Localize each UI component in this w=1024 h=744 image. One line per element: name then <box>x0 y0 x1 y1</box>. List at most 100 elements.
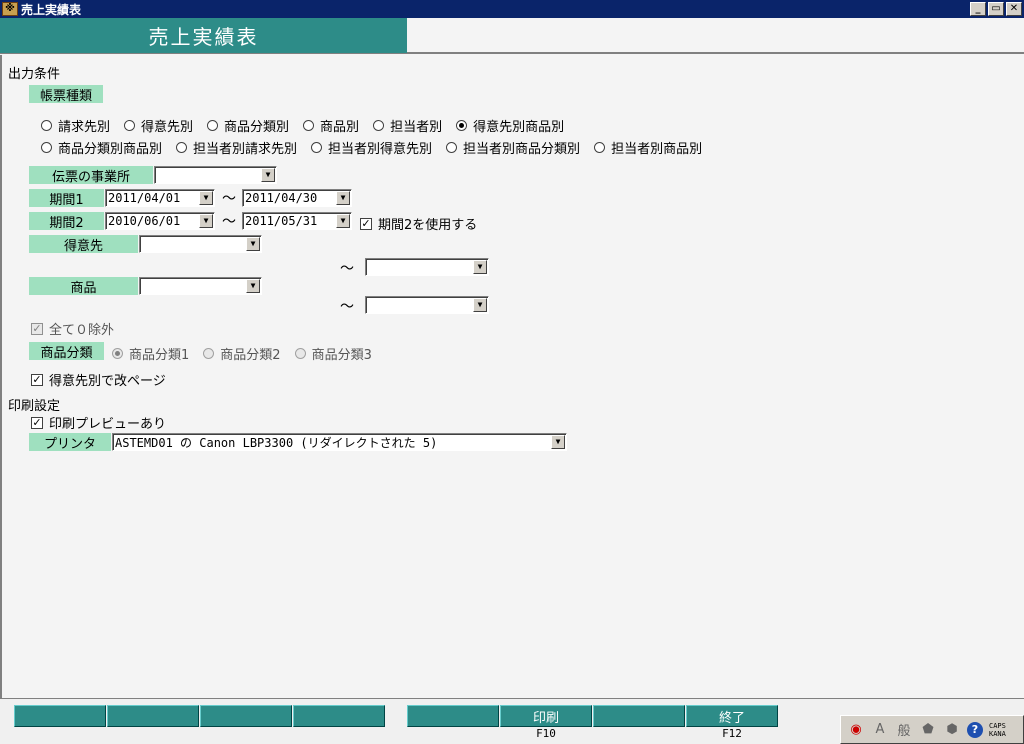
fkey-f1-button[interactable] <box>14 705 106 727</box>
page-title: 売上実績表 <box>0 18 407 53</box>
chevron-down-icon[interactable]: ▼ <box>199 191 213 205</box>
exclude-zero-checkbox-row[interactable]: ✓ 全て０除外 <box>31 319 114 338</box>
category-radio[interactable]: 商品分類2 <box>203 344 281 363</box>
radio-icon[interactable] <box>124 120 136 131</box>
window-title: 売上実績表 <box>21 2 82 17</box>
printer-label: プリンタ <box>29 433 111 452</box>
chevron-down-icon[interactable]: ▼ <box>336 191 350 205</box>
radio-icon[interactable] <box>303 120 315 131</box>
window-titlebar: ※ 売上実績表 _ ▭ ✕ <box>0 0 1024 18</box>
fkey-f11-button[interactable] <box>593 705 685 727</box>
input-mode-icon[interactable]: A <box>871 721 889 739</box>
ime-logo-icon[interactable]: ◉ <box>847 721 865 739</box>
printer-select[interactable]: ASTEMD01 の Canon LBP3300 (リダイレクトされた 5) ▼ <box>112 433 567 451</box>
report-type-radio[interactable]: 担当者別請求先別 <box>176 138 297 157</box>
page-break-checkbox-row[interactable]: ✓ 得意先別で改ページ <box>31 370 166 389</box>
chevron-down-icon[interactable]: ▼ <box>246 237 260 251</box>
radio-icon[interactable] <box>176 142 188 153</box>
window-controls: _ ▭ ✕ <box>970 2 1022 16</box>
product-from-select[interactable]: ▼ <box>139 277 262 295</box>
report-type-radio[interactable]: 担当者別得意先別 <box>311 138 432 157</box>
category-radio[interactable]: 商品分類3 <box>294 344 372 363</box>
report-type-radio[interactable]: 請求先別 <box>41 116 110 135</box>
checkbox-checked-icon[interactable]: ✓ <box>360 217 372 230</box>
print-preview-checkbox-row[interactable]: ✓ 印刷プレビューあり <box>31 413 166 432</box>
caps-kana-indicator: CAPS KANA <box>989 721 1006 738</box>
exit-key-hint: F12 <box>722 727 742 740</box>
use-period2-checkbox-row[interactable]: ✓ 期間2を使用する <box>360 214 477 233</box>
minimize-icon[interactable]: _ <box>970 2 986 16</box>
report-type-radio-selected[interactable]: 得意先別商品別 <box>456 116 564 135</box>
radio-icon[interactable] <box>294 348 306 359</box>
conversion-mode-icon[interactable]: 般 <box>895 721 913 739</box>
exit-button[interactable]: 終了 <box>686 705 778 727</box>
fkey-f3-button[interactable] <box>200 705 292 727</box>
period2-label: 期間2 <box>29 212 104 231</box>
customer-from-select[interactable]: ▼ <box>139 235 262 253</box>
product-label: 商品 <box>29 277 138 296</box>
period2-from-select[interactable]: 2010/06/01 ▼ <box>105 212 215 230</box>
checkbox-checked-icon[interactable]: ✓ <box>31 322 43 335</box>
category-radio-group: 商品分類1 商品分類2 商品分類3 <box>112 344 386 363</box>
range-tilde: ～ <box>340 299 354 315</box>
office-select[interactable]: ▼ <box>154 166 277 184</box>
fkey-f2-button[interactable] <box>107 705 199 727</box>
report-type-radio[interactable]: 担当者別商品別 <box>594 138 702 157</box>
chevron-down-icon[interactable]: ▼ <box>246 279 260 293</box>
report-type-radio[interactable]: 商品別 <box>303 116 359 135</box>
range-tilde: ～ <box>222 191 236 207</box>
customer-label: 得意先 <box>29 235 138 254</box>
shield-icon[interactable]: ⬟ <box>919 721 937 739</box>
report-type-radio[interactable]: 担当者別商品分類別 <box>446 138 580 157</box>
output-conditions-heading: 出力条件 <box>8 67 61 82</box>
report-type-row1: 請求先別 得意先別 商品分類別 商品別 担当者別 得意先別商品別 <box>41 116 578 135</box>
header: 売上実績表 <box>0 18 1024 54</box>
range-tilde: ～ <box>222 214 236 230</box>
print-key-hint: F10 <box>536 727 556 740</box>
help-icon[interactable]: ? <box>967 721 983 738</box>
report-type-radio[interactable]: 得意先別 <box>124 116 193 135</box>
report-type-label: 帳票種類 <box>29 85 103 104</box>
radio-icon[interactable] <box>207 120 219 131</box>
checkbox-checked-icon[interactable]: ✓ <box>31 373 43 386</box>
radio-icon[interactable] <box>41 120 52 131</box>
chevron-down-icon[interactable]: ▼ <box>261 168 275 182</box>
period1-label: 期間1 <box>29 189 104 208</box>
period1-from-select[interactable]: 2011/04/01 ▼ <box>105 189 215 207</box>
fkey-f4-button[interactable] <box>293 705 385 727</box>
category-radio-selected[interactable]: 商品分類1 <box>112 344 189 363</box>
chevron-down-icon[interactable]: ▼ <box>551 435 565 449</box>
print-button[interactable]: 印刷 <box>500 705 592 727</box>
fkey-f5-button[interactable] <box>407 705 499 727</box>
restore-icon[interactable]: ▭ <box>988 2 1004 16</box>
chevron-down-icon[interactable]: ▼ <box>199 214 213 228</box>
pad-icon[interactable]: ⬢ <box>943 721 961 739</box>
radio-icon[interactable] <box>446 142 458 153</box>
close-icon[interactable]: ✕ <box>1006 2 1022 16</box>
radio-icon[interactable] <box>41 142 52 153</box>
report-type-radio[interactable]: 担当者別 <box>373 116 442 135</box>
report-type-radio[interactable]: 商品分類別商品別 <box>41 138 162 157</box>
radio-icon[interactable] <box>203 348 215 359</box>
product-to-select[interactable]: ▼ <box>365 296 489 314</box>
period1-to-select[interactable]: 2011/04/30 ▼ <box>242 189 352 207</box>
range-tilde: ～ <box>340 261 354 277</box>
radio-icon[interactable] <box>373 120 385 131</box>
ime-toolbar: ◉ A 般 ⬟ ⬢ ? CAPS KANA <box>840 715 1024 744</box>
report-type-radio[interactable]: 商品分類別 <box>207 116 289 135</box>
radio-selected-icon[interactable] <box>456 120 468 131</box>
radio-selected-icon[interactable] <box>112 348 123 359</box>
chevron-down-icon[interactable]: ▼ <box>336 214 350 228</box>
radio-icon[interactable] <box>311 142 323 153</box>
customer-to-select[interactable]: ▼ <box>365 258 489 276</box>
checkbox-checked-icon[interactable]: ✓ <box>31 416 43 429</box>
report-type-row2: 商品分類別商品別 担当者別請求先別 担当者別得意先別 担当者別商品分類別 担当者… <box>41 138 716 157</box>
print-settings-heading: 印刷設定 <box>8 399 61 414</box>
chevron-down-icon[interactable]: ▼ <box>473 260 487 274</box>
period2-to-select[interactable]: 2011/05/31 ▼ <box>242 212 352 230</box>
chevron-down-icon[interactable]: ▼ <box>473 298 487 312</box>
category-label: 商品分類 <box>29 342 104 361</box>
radio-icon[interactable] <box>594 142 606 153</box>
app-icon: ※ <box>2 2 18 16</box>
office-label: 伝票の事業所 <box>29 166 153 185</box>
